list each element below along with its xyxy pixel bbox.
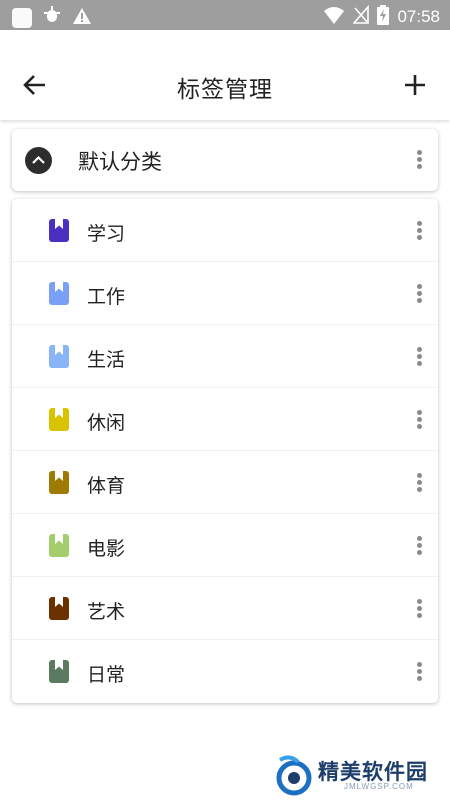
- tag-row[interactable]: 电影: [12, 514, 438, 577]
- bookmark-icon: [49, 660, 69, 683]
- tag-more-icon[interactable]: [412, 219, 426, 243]
- tag-label: 体育: [87, 475, 126, 497]
- category-header[interactable]: 默认分类: [12, 129, 438, 191]
- wifi-icon: [323, 5, 345, 29]
- bookmark-icon: [49, 282, 69, 305]
- watermark-logo-icon: [276, 755, 312, 796]
- bookmark-icon: [49, 534, 69, 557]
- bookmark-icon: [49, 219, 69, 242]
- app-square-icon: [12, 7, 32, 28]
- bug-icon: [42, 5, 62, 30]
- tag-label: 学习: [87, 223, 126, 245]
- bookmark-icon: [49, 408, 69, 431]
- tag-more-icon[interactable]: [412, 345, 426, 369]
- watermark: 精美软件园 JMLWGSP.COM: [276, 752, 446, 796]
- warning-icon: [72, 6, 92, 30]
- tag-more-icon[interactable]: [412, 534, 426, 558]
- tag-more-icon[interactable]: [412, 471, 426, 495]
- bookmark-icon: [49, 597, 69, 620]
- tag-label: 工作: [87, 286, 126, 308]
- tag-more-icon[interactable]: [412, 660, 426, 684]
- bookmark-icon: [49, 345, 69, 368]
- tag-label: 生活: [87, 349, 126, 371]
- category-title: 默认分类: [78, 150, 162, 174]
- tag-label: 电影: [87, 538, 126, 560]
- watermark-subtext: JMLWGSP.COM: [344, 782, 414, 791]
- plus-icon[interactable]: [402, 72, 428, 98]
- bookmark-icon: [49, 471, 69, 494]
- tag-more-icon[interactable]: [412, 408, 426, 432]
- tag-row[interactable]: 学习: [12, 199, 438, 262]
- tag-row[interactable]: 工作: [12, 262, 438, 325]
- tag-label: 日常: [87, 664, 126, 686]
- status-bar: 07:58: [0, 0, 450, 30]
- app-bar: 标签管理: [0, 30, 450, 120]
- tag-list: 学习 工作 生活 休闲 体育 电影 艺术 日常: [12, 199, 438, 703]
- category-more-icon[interactable]: [412, 148, 426, 172]
- tag-more-icon[interactable]: [412, 597, 426, 621]
- tag-row[interactable]: 生活: [12, 325, 438, 388]
- tag-more-icon[interactable]: [412, 282, 426, 306]
- no-signal-icon: [352, 4, 370, 29]
- page-title: 标签管理: [177, 77, 273, 103]
- tag-row[interactable]: 休闲: [12, 388, 438, 451]
- battery-charging-icon: [377, 5, 390, 29]
- tag-row[interactable]: 艺术: [12, 577, 438, 640]
- tag-label: 休闲: [87, 412, 126, 434]
- status-time: 07:58: [397, 7, 440, 26]
- tag-label: 艺术: [87, 601, 126, 623]
- tag-row[interactable]: 日常: [12, 640, 438, 702]
- tag-row[interactable]: 体育: [12, 451, 438, 514]
- chevron-up-icon[interactable]: [25, 147, 52, 174]
